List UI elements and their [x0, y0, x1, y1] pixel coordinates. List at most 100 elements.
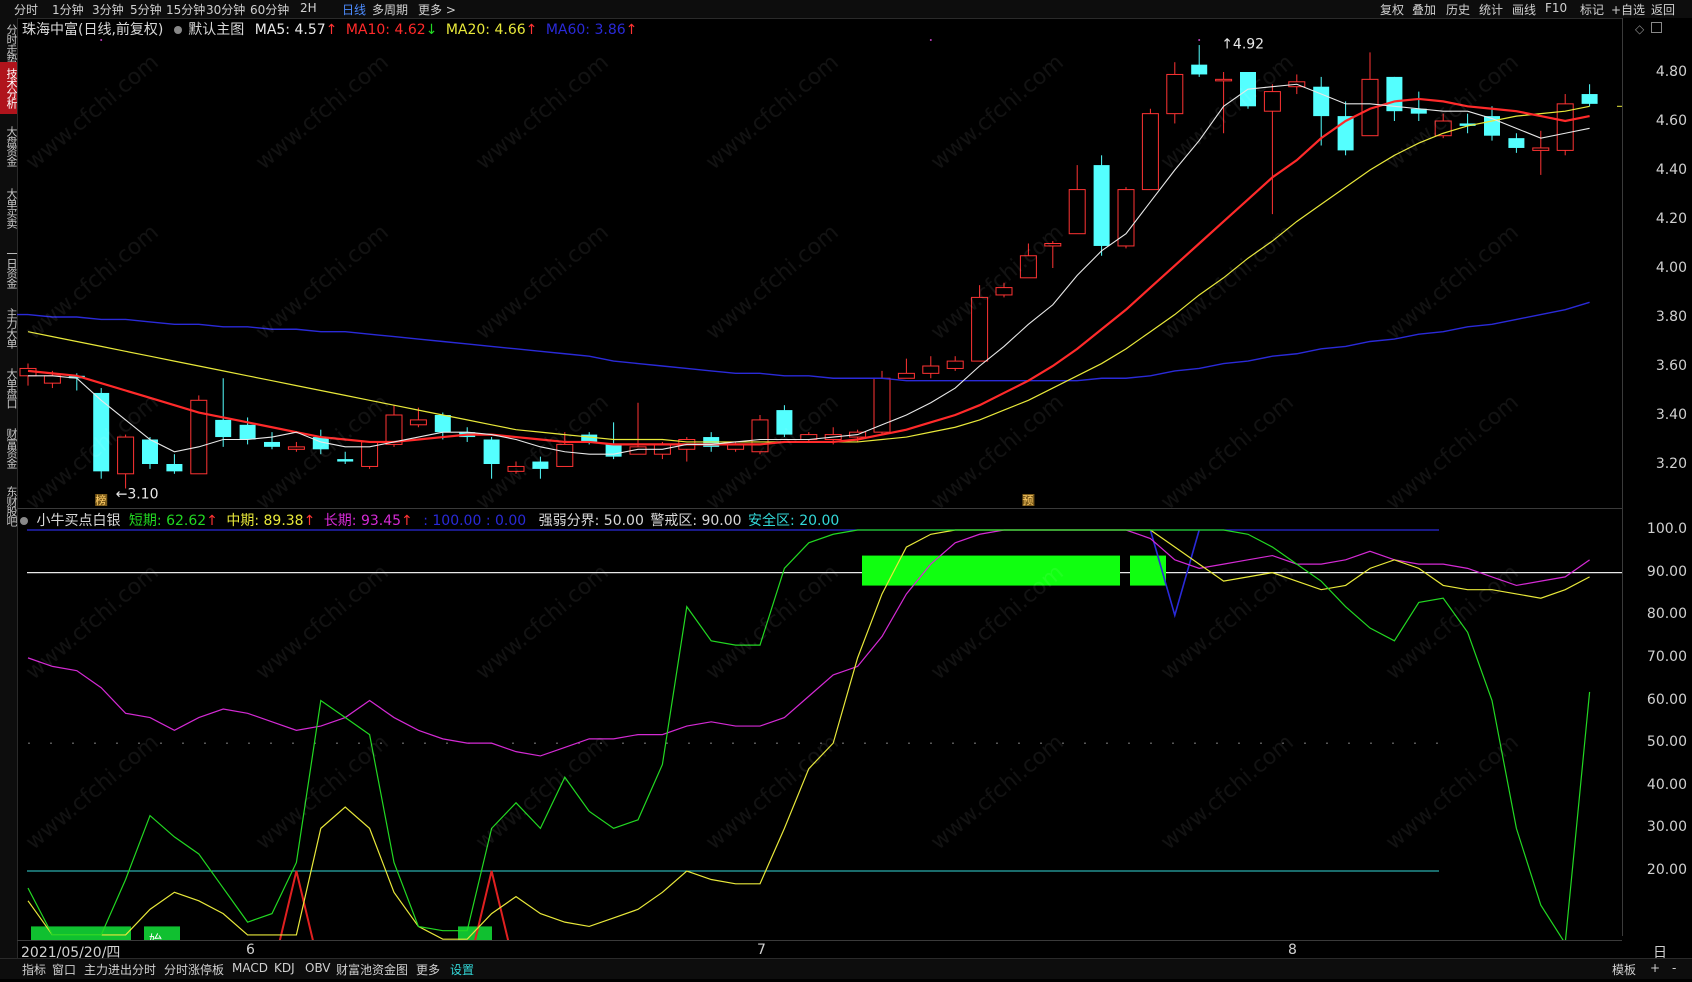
bottom-tab-9[interactable]: 设置 — [450, 961, 474, 978]
bottom-right-0[interactable]: 模板 — [1612, 961, 1636, 978]
ref-dot-50 — [1040, 742, 1042, 744]
ref-dot-50 — [1348, 742, 1350, 744]
ref-dot-50 — [864, 742, 866, 744]
candle-body-down — [532, 461, 549, 469]
ref-dot-50 — [1084, 742, 1086, 744]
ref-dot-50 — [1062, 742, 1064, 744]
candle-body-up — [873, 377, 891, 433]
period-6[interactable]: 60分钟 — [250, 1, 289, 18]
candle-body-down — [1191, 64, 1208, 75]
ref-dot-50 — [116, 742, 118, 744]
period-1[interactable]: 1分钟 — [52, 1, 84, 18]
ref-dot-50 — [402, 742, 404, 744]
ref-dot-50 — [974, 742, 976, 744]
indicator-tick: 20.00 — [1646, 862, 1687, 878]
candle-body-up — [751, 419, 769, 453]
short-line — [27, 529, 1591, 940]
bottom-right-1[interactable]: + — [1650, 961, 1660, 975]
ref-dot-50 — [732, 742, 734, 744]
ref-dot-50 — [930, 742, 932, 744]
left-tab-1[interactable]: 技术分析 — [0, 62, 18, 114]
ref-dot-50 — [248, 742, 250, 744]
period-7[interactable]: 2H — [300, 1, 317, 15]
candle-body-down — [776, 410, 793, 435]
candle-body-down — [337, 459, 354, 462]
tool-4[interactable]: 画线 — [1512, 1, 1536, 18]
candle-body-up — [385, 414, 403, 445]
bottom-tab-8[interactable]: 更多 — [416, 961, 440, 978]
start-annotation: 始 — [149, 933, 162, 940]
bottom-tab-1[interactable]: 窗口 — [52, 961, 76, 978]
candle-body-up — [995, 287, 1013, 296]
red-spike — [278, 870, 314, 940]
date-axis: 2021/05/20/四 6 7 8 日线 — [17, 940, 1667, 981]
candle-body-down — [1093, 165, 1110, 246]
tool-0[interactable]: 复权 — [1380, 1, 1404, 18]
indicator-chart[interactable]: 始 — [17, 509, 1622, 940]
ref-dot-50 — [424, 742, 426, 744]
tool-2[interactable]: 历史 — [1446, 1, 1470, 18]
candle-body-up — [556, 443, 574, 467]
left-tab-6[interactable]: 大单盘口 — [0, 362, 18, 414]
bottom-tab-7[interactable]: 财富池资金图 — [336, 961, 408, 978]
indicator-tick: 50.00 — [1646, 734, 1687, 751]
ma5-line — [28, 83, 1590, 455]
left-tab-5[interactable]: 主力大单 — [0, 302, 18, 354]
high-annotation: ↑4.92 — [1221, 37, 1264, 53]
bottom-tab-2[interactable]: 主力进出分时 — [84, 961, 156, 978]
candle-body-down — [605, 444, 622, 457]
candle-body-up — [1019, 255, 1037, 279]
period-0[interactable]: 分时 — [14, 1, 38, 18]
ref-dot-50 — [1216, 742, 1218, 744]
ref-dot-50 — [160, 742, 162, 744]
left-tab-4[interactable]: 一日资金 — [0, 242, 18, 294]
ref-dot-50 — [1238, 742, 1240, 744]
indicator-tick: 100.0 — [1646, 521, 1687, 537]
price-chart[interactable]: ↑4.92 ←3.10 榜 预 — [17, 18, 1622, 508]
period-2[interactable]: 3分钟 — [92, 1, 124, 18]
period-9[interactable]: 多周期 — [372, 1, 408, 18]
bottom-tab-bar: 指标 窗口 主力进出分时 分时涨停板 MACD KDJ OBV 财富池资金图 更多 设置 模板 + - — [0, 958, 1692, 979]
indicator-tick: 90.00 — [1646, 563, 1687, 580]
candle-body-down — [166, 464, 183, 472]
tool-8[interactable]: 返回 — [1651, 1, 1675, 18]
tool-1[interactable]: 叠加 — [1412, 1, 1436, 18]
tool-5[interactable]: F10 — [1545, 1, 1567, 15]
tool-3[interactable]: 统计 — [1479, 1, 1503, 18]
bottom-tab-4[interactable]: MACD — [232, 961, 268, 975]
ma10-line — [27, 97, 1590, 446]
tool-6[interactable]: 标记 — [1580, 1, 1604, 18]
tool-7[interactable]: +自选 — [1611, 1, 1645, 18]
left-tab-2[interactable]: 大盘资金 — [0, 120, 18, 172]
period-10[interactable]: 更多 > — [418, 1, 456, 18]
restore-icon[interactable] — [1651, 22, 1662, 33]
bottom-tab-5[interactable]: KDJ — [274, 961, 295, 975]
marker1-text: 榜 — [95, 493, 106, 507]
period-3[interactable]: 5分钟 — [130, 1, 162, 18]
month-label-8: 8 — [1288, 942, 1297, 958]
bottom-tab-0[interactable]: 指标 — [22, 961, 46, 978]
candle-body-up — [507, 465, 525, 472]
candle-body-up — [1263, 91, 1281, 112]
ref-dot-50 — [28, 742, 30, 744]
bottom-right-2[interactable]: - — [1672, 961, 1676, 975]
ref-dot-50 — [886, 742, 888, 744]
candle-body-up — [1532, 147, 1550, 151]
price-tick: 4.40 — [1655, 162, 1687, 178]
left-tab-7[interactable]: 财富资金 — [0, 422, 18, 474]
diamond-icon[interactable]: ◇ — [1635, 22, 1644, 36]
bottom-tab-6[interactable]: OBV — [305, 961, 331, 975]
left-tab-3[interactable]: 大单买卖 — [0, 182, 18, 234]
candle-body-up — [1215, 78, 1233, 82]
ref-dot-50 — [1150, 742, 1152, 744]
ref-dot-50 — [1172, 742, 1174, 744]
ref-dot-50 — [204, 742, 206, 744]
period-4[interactable]: 15分钟 — [166, 1, 205, 18]
period-5[interactable]: 30分钟 — [206, 1, 245, 18]
alert-zone-1 — [862, 555, 1120, 586]
candle-body-down — [264, 441, 280, 447]
period-8[interactable]: 日线 — [342, 1, 366, 18]
left-tab-8[interactable]: 东财股吧 — [0, 480, 18, 532]
candle-body-up — [287, 446, 305, 450]
bottom-tab-3[interactable]: 分时涨停板 — [164, 961, 224, 978]
